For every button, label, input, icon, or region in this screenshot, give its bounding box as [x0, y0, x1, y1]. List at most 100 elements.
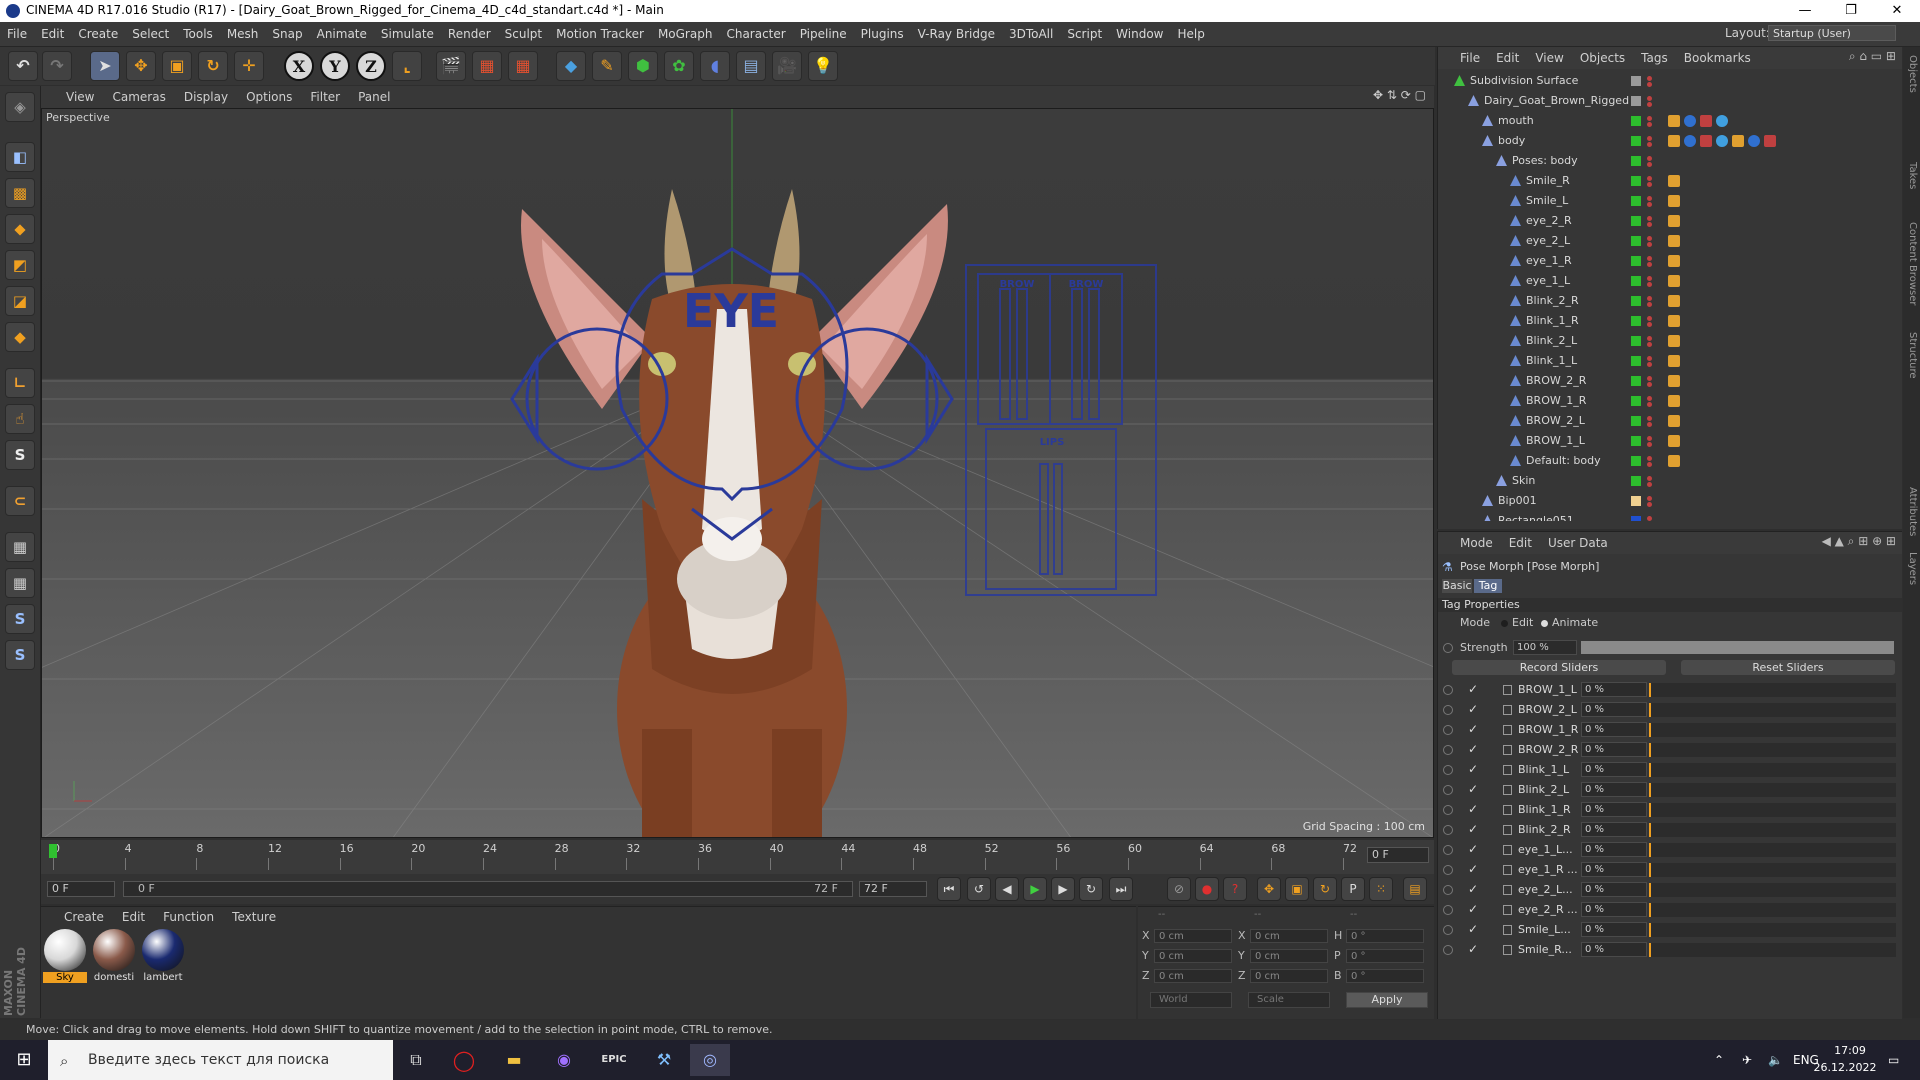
menu-character[interactable]: Character	[719, 22, 792, 46]
strength-field[interactable]: 100 %	[1513, 640, 1577, 655]
pose-slider-value[interactable]: 0 %	[1581, 782, 1647, 797]
keyframe-dot-icon[interactable]	[1443, 785, 1453, 795]
keyframe-dot-icon[interactable]	[1443, 825, 1453, 835]
object-tag-icon[interactable]	[1668, 135, 1680, 147]
pose-slider-value[interactable]: 0 %	[1581, 762, 1647, 777]
attribute-nav-icons[interactable]: ◀ ▲ ⌕ ⊞ ⊕ ⊞	[1822, 534, 1896, 549]
layer-color-swatch[interactable]	[1631, 416, 1641, 426]
viewport-menu-cameras[interactable]: Cameras	[103, 86, 174, 108]
viewport-nav-icons[interactable]: ✥ ⇅ ⟳ ▢	[1373, 88, 1426, 102]
editor-visibility-dot[interactable]	[1647, 216, 1652, 221]
render-visibility-dot[interactable]	[1647, 222, 1652, 227]
key-parameter-icon[interactable]: P	[1341, 877, 1365, 901]
object-tag-icon[interactable]	[1668, 195, 1680, 207]
render-visibility-dot[interactable]	[1647, 302, 1652, 307]
clock-date[interactable]: 26.12.2022	[1805, 1061, 1885, 1074]
keyboard-language[interactable]: ENG	[1793, 1040, 1819, 1080]
pose-slider-value[interactable]: 0 %	[1581, 842, 1647, 857]
layer-color-swatch[interactable]	[1631, 236, 1641, 246]
keyframe-dot-icon[interactable]	[1443, 685, 1453, 695]
render-visibility-dot[interactable]	[1647, 122, 1652, 127]
volume-icon[interactable]: 🔈	[1768, 1040, 1783, 1080]
object-row[interactable]: BROW_2_L	[1438, 411, 1898, 431]
layer-color-swatch[interactable]	[1631, 116, 1641, 126]
pose-slider-value[interactable]: 0 %	[1581, 822, 1647, 837]
object-row[interactable]: eye_2_R	[1438, 211, 1898, 231]
editor-visibility-dot[interactable]	[1647, 96, 1652, 101]
editor-visibility-dot[interactable]	[1647, 316, 1652, 321]
taskbar-search-input[interactable]: Введите здесь текст для поиска	[48, 1040, 393, 1080]
editor-visibility-dot[interactable]	[1647, 416, 1652, 421]
pose-slider-track[interactable]	[1649, 923, 1896, 937]
enable-checkbox-icon[interactable]: ✓	[1468, 802, 1478, 816]
editor-visibility-dot[interactable]	[1647, 296, 1652, 301]
key-pla-icon[interactable]: ⁙	[1369, 877, 1393, 901]
pose-slider-handle[interactable]	[1649, 843, 1651, 857]
render-visibility-dot[interactable]	[1647, 162, 1652, 167]
render-visibility-dot[interactable]	[1647, 482, 1652, 487]
object-row[interactable]: mouth	[1438, 111, 1898, 131]
editor-visibility-dot[interactable]	[1647, 236, 1652, 241]
object-tag-icon[interactable]	[1668, 255, 1680, 267]
clock-time[interactable]: 17:09	[1820, 1044, 1880, 1057]
menu-window[interactable]: Window	[1109, 22, 1170, 46]
light-bulb-icon[interactable]: 💡	[808, 51, 838, 81]
enable-checkbox-icon[interactable]: ✓	[1468, 782, 1478, 796]
layer-color-swatch[interactable]	[1631, 256, 1641, 266]
object-row[interactable]: body	[1438, 131, 1898, 151]
object-tag-icon[interactable]	[1700, 115, 1712, 127]
strength-slider-track[interactable]	[1581, 641, 1894, 654]
tab-tag[interactable]: Tag	[1474, 579, 1502, 593]
pose-slider-handle[interactable]	[1649, 883, 1651, 897]
coord-value-field[interactable]: 0 cm	[1154, 969, 1232, 983]
layer-color-swatch[interactable]	[1631, 276, 1641, 286]
layer-color-swatch[interactable]	[1631, 296, 1641, 306]
object-tag-icon[interactable]	[1668, 215, 1680, 227]
mode-animate-radio[interactable]	[1541, 620, 1548, 627]
workplane-grid-icon[interactable]: ▦	[5, 568, 35, 598]
pose-slider-handle[interactable]	[1649, 683, 1651, 697]
pose-slider-row[interactable]: ✓ Smile_L... 0 %	[1438, 920, 1898, 940]
object-row[interactable]: Smile_R	[1438, 171, 1898, 191]
menu-sculpt[interactable]: Sculpt	[498, 22, 549, 46]
camera-icon[interactable]: 🎥	[772, 51, 802, 81]
enable-checkbox-icon[interactable]: ✓	[1468, 702, 1478, 716]
windows-start-icon[interactable]: ⊞	[4, 1044, 44, 1076]
keyframe-dot-icon[interactable]	[1443, 885, 1453, 895]
material-menu-texture[interactable]: Texture	[223, 907, 285, 927]
editor-visibility-dot[interactable]	[1647, 496, 1652, 501]
pose-slider-track[interactable]	[1649, 703, 1896, 717]
render-visibility-dot[interactable]	[1647, 102, 1652, 107]
pose-slider-value[interactable]: 0 %	[1581, 722, 1647, 737]
layer-color-swatch[interactable]	[1631, 196, 1641, 206]
editor-visibility-dot[interactable]	[1647, 276, 1652, 281]
object-menu-tags[interactable]: Tags	[1633, 47, 1676, 69]
pose-slider-row[interactable]: ✓ eye_2_R ... 0 %	[1438, 900, 1898, 920]
keyframe-dot-icon[interactable]	[1443, 925, 1453, 935]
object-row[interactable]: Skin	[1438, 471, 1898, 491]
undo-icon[interactable]: ↶	[8, 51, 38, 81]
pose-slider-handle[interactable]	[1649, 903, 1651, 917]
z-axis-lock-icon[interactable]: Z	[356, 51, 386, 81]
keyframe-dot-icon[interactable]	[1443, 745, 1453, 755]
editor-visibility-dot[interactable]	[1647, 356, 1652, 361]
menu-help[interactable]: Help	[1170, 22, 1211, 46]
python-console-icon[interactable]: S	[5, 640, 35, 670]
next-frame-icon[interactable]: ▶	[1051, 877, 1075, 901]
pose-slider-track[interactable]	[1649, 943, 1896, 957]
coord-value-field[interactable]: 0 °	[1346, 929, 1424, 943]
pose-slider-track[interactable]	[1649, 883, 1896, 897]
attribute-menu-edit[interactable]: Edit	[1501, 532, 1540, 554]
object-tag-icon[interactable]	[1668, 375, 1680, 387]
layout-select[interactable]: Startup (User)	[1768, 25, 1896, 41]
enable-checkbox-icon[interactable]: ✓	[1468, 842, 1478, 856]
coord-value-field[interactable]: 0 cm	[1250, 949, 1328, 963]
object-tag-icon[interactable]	[1668, 175, 1680, 187]
enable-checkbox-icon[interactable]: ✓	[1468, 742, 1478, 756]
pose-slider-handle[interactable]	[1649, 823, 1651, 837]
menu-snap[interactable]: Snap	[265, 22, 309, 46]
pose-slider-track[interactable]	[1649, 823, 1896, 837]
object-tag-icon[interactable]	[1700, 135, 1712, 147]
menu-script[interactable]: Script	[1060, 22, 1109, 46]
render-visibility-dot[interactable]	[1647, 282, 1652, 287]
